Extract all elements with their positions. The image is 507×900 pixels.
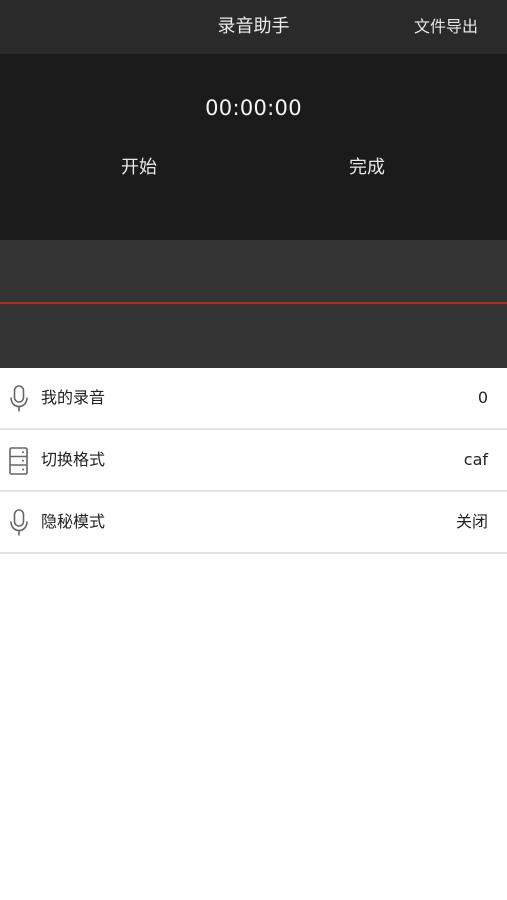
row-label: 切换格式 [41,450,106,469]
waveform-display [0,240,507,368]
switch-format-row[interactable]: 切换格式 caf [0,430,507,492]
recordings-count: 0 [477,388,488,407]
start-button[interactable]: 开始 [79,152,199,184]
waveform-baseline [0,302,507,304]
my-recordings-row[interactable]: 我的录音 0 [0,368,507,430]
stealth-mode-row[interactable]: 隐秘模式 关闭 [0,492,507,554]
row-label: 隐秘模式 [41,512,106,531]
row-label: 我的录音 [41,388,106,407]
microphone-icon [8,385,30,413]
format-icon [8,447,30,475]
microphone-icon [8,509,30,537]
finish-button[interactable]: 完成 [307,152,427,184]
settings-list: 我的录音 0 切换格式 caf 隐秘模式 关闭 [0,368,507,554]
stealth-mode-status: 关闭 [455,512,488,531]
current-format: caf [463,450,488,469]
recorder-control-panel: 00:00:00 开始 完成 [0,54,507,240]
export-files-button[interactable]: 文件导出 [414,0,478,54]
navigation-bar: 录音助手 文件导出 [0,0,507,54]
recording-timer: 00:00:00 [205,96,302,120]
